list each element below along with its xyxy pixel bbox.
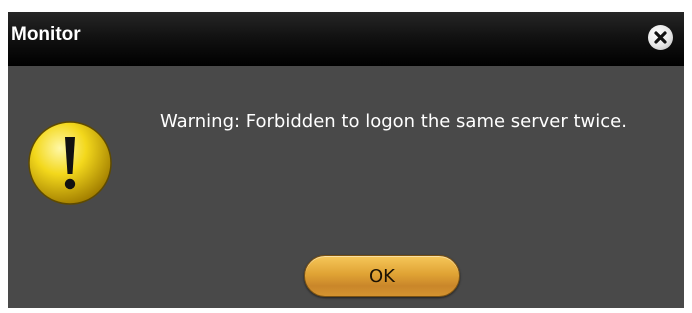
- close-icon: [654, 31, 667, 44]
- warning-icon: [28, 121, 112, 205]
- ok-button-label: OK: [369, 265, 395, 287]
- title-bar: Monitor: [8, 12, 684, 66]
- close-button[interactable]: [648, 25, 673, 50]
- monitor-dialog: Monitor Warning: Forbidden to logon the …: [8, 12, 684, 308]
- warning-message: Warning: Forbidden to logon the same ser…: [160, 111, 627, 132]
- dialog-title: Monitor: [11, 24, 81, 45]
- ok-button[interactable]: OK: [304, 255, 460, 297]
